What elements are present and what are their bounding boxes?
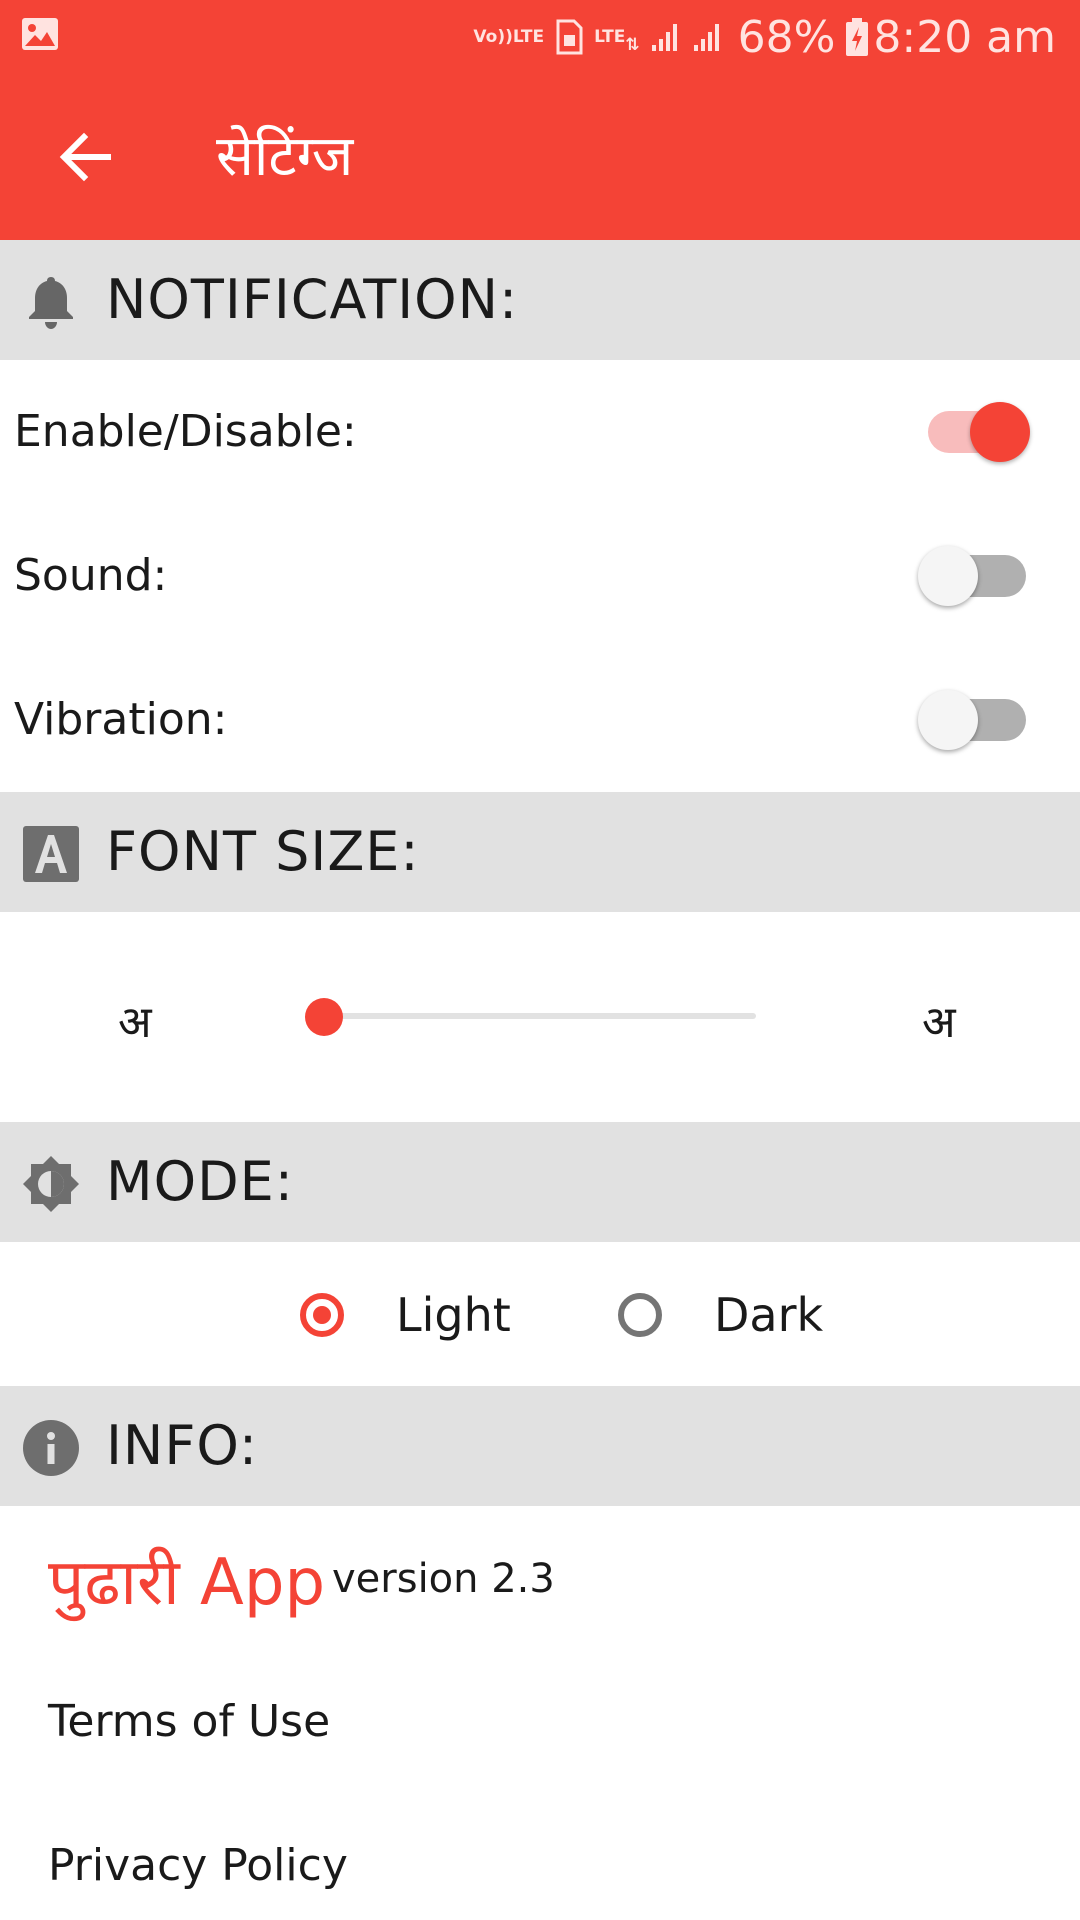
vibration-label: Vibration: (14, 694, 228, 745)
font-size-slider[interactable] (322, 1013, 756, 1019)
brightness-icon (23, 1156, 79, 1212)
signal-icon (693, 24, 719, 51)
bell-icon (29, 277, 73, 329)
font-small-label: अ (118, 997, 152, 1048)
section-title: NOTIFICATION: (106, 268, 519, 331)
info-icon (23, 1420, 79, 1476)
volte-icon: Vo)) LTE (473, 26, 545, 47)
light-radio[interactable] (300, 1293, 344, 1337)
signal-icon (651, 24, 677, 51)
sound-label: Sound: (14, 550, 168, 601)
mode-section-header: MODE: (0, 1122, 1080, 1242)
section-title: INFO: (106, 1414, 259, 1477)
battery-percent: 68% (737, 11, 836, 63)
app-name: पुढारी App (48, 1546, 326, 1620)
light-label: Light (396, 1288, 511, 1342)
privacy-policy-link[interactable]: Privacy Policy (48, 1840, 348, 1891)
dark-radio[interactable] (618, 1293, 662, 1337)
section-title: MODE: (106, 1150, 294, 1213)
enable-disable-label: Enable/Disable: (14, 406, 357, 457)
vibration-toggle[interactable] (918, 690, 1028, 750)
section-title: FONT SIZE: (106, 820, 420, 883)
font-size-section-header: FONT SIZE: (0, 792, 1080, 912)
mode-dark-option[interactable]: Dark (618, 1282, 823, 1348)
arrow-back-icon (59, 132, 111, 182)
notification-enable-toggle[interactable] (916, 402, 1030, 462)
font-a-icon (23, 826, 79, 882)
mode-light-option[interactable]: Light (300, 1282, 511, 1348)
clock: 8:20 am (873, 11, 1056, 63)
battery-charging-icon (846, 18, 869, 56)
back-button[interactable] (50, 122, 120, 192)
status-bar: Vo)) LTE LTE ⇅ 68% 8:20 am (0, 0, 1080, 74)
font-large-label: अ (922, 997, 956, 1048)
notification-section-header: NOTIFICATION: (0, 240, 1080, 360)
app-bar: सेटिंग्ज (0, 74, 1080, 240)
dark-label: Dark (714, 1288, 824, 1342)
lte-data-icon: LTE ⇅ (594, 26, 640, 55)
app-version: version 2.3 (332, 1556, 555, 1602)
image-icon (22, 18, 58, 50)
font-size-slider-thumb[interactable] (305, 998, 343, 1036)
info-section-header: INFO: (0, 1386, 1080, 1506)
sound-toggle[interactable] (918, 546, 1028, 606)
terms-of-use-link[interactable]: Terms of Use (48, 1696, 330, 1747)
page-title: सेटिंग्ज (216, 124, 354, 189)
sim-icon (556, 19, 583, 55)
